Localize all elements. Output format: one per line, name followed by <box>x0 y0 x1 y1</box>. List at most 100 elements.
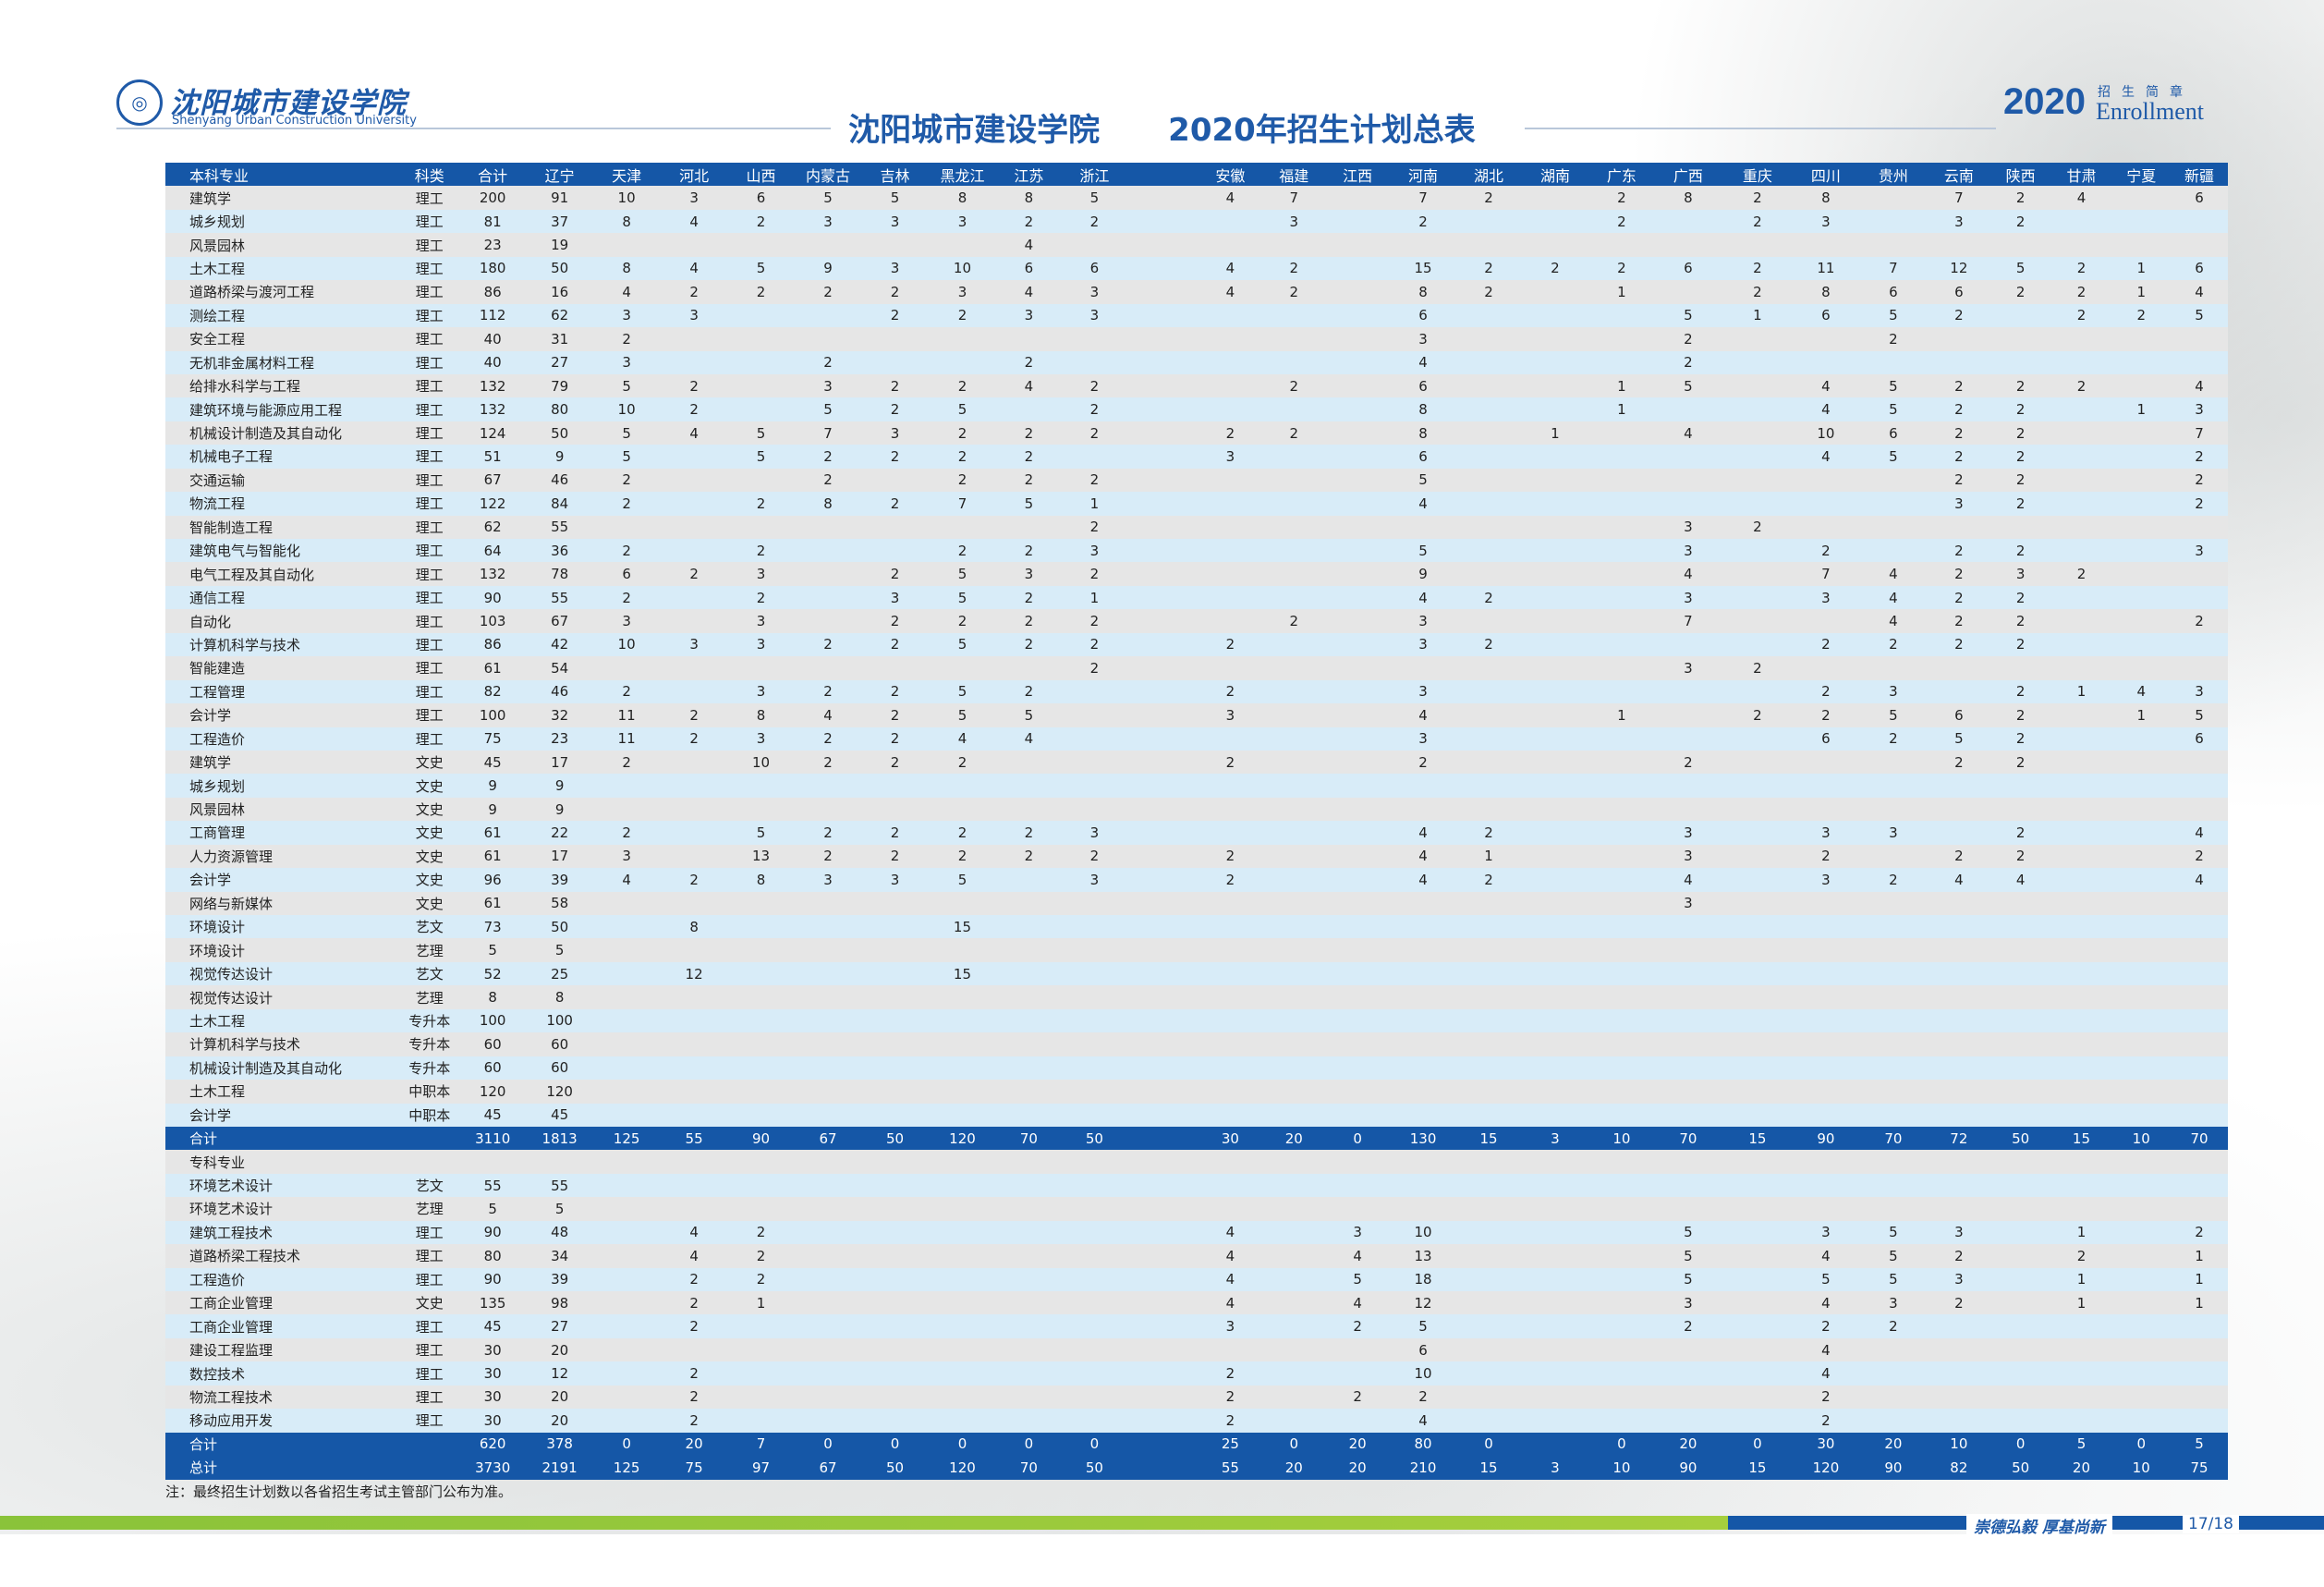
table-cell: 11 <box>592 726 661 751</box>
table-cell <box>2111 1220 2172 1245</box>
table-cell: 62 <box>526 303 593 328</box>
table-cell: 3 <box>1927 492 1990 516</box>
table-cell <box>1989 233 2051 257</box>
table-cell: 4 <box>2171 373 2228 398</box>
table-cell <box>1520 703 1589 727</box>
table-cell <box>727 350 795 374</box>
table-cell <box>1858 1056 1928 1080</box>
table-cell <box>1262 985 1326 1009</box>
table-cell <box>1653 632 1722 657</box>
table-cell: 61 <box>458 844 527 869</box>
table-cell: 0 <box>861 1432 929 1457</box>
table-cell <box>727 938 795 962</box>
table-cell: 4 <box>592 280 661 304</box>
table-cell <box>861 327 929 351</box>
table-cell: 2 <box>660 373 728 398</box>
table-cell: 1 <box>2111 703 2172 727</box>
table-cell: 4 <box>660 1244 728 1268</box>
column-header: 辽宁 <box>526 163 593 187</box>
table-cell: 130 <box>1390 1126 1457 1151</box>
table-row: 城乡规划 理工 81 37 8 4 2 3 3 3 2 2 3 2 2 2 3 3 2 <box>165 209 2228 234</box>
table-cell <box>1927 1150 1990 1174</box>
table-cell: 3 <box>592 844 661 869</box>
table-cell <box>794 938 862 962</box>
table-cell: 8 <box>1390 280 1457 304</box>
table-cell: 2 <box>660 1291 728 1315</box>
table-cell <box>1858 1150 1928 1174</box>
table-cell: 2 <box>1061 397 1128 421</box>
table-cell <box>660 1150 728 1174</box>
table-cell <box>1722 1220 1793 1245</box>
table-cell <box>861 1056 929 1080</box>
table-cell <box>1588 350 1654 374</box>
row-label: 工商企业管理 <box>165 1314 400 1338</box>
table-cell <box>1588 844 1654 869</box>
table-cell <box>1588 515 1654 539</box>
table-cell: 39 <box>526 868 593 892</box>
table-cell <box>1989 350 2051 374</box>
table-cell <box>2111 1361 2172 1386</box>
table-cell <box>2050 774 2112 798</box>
table-cell: 2 <box>1456 280 1521 304</box>
table-cell: 艺理 <box>399 985 459 1009</box>
table-cell: 79 <box>526 373 593 398</box>
table-cell <box>861 539 929 563</box>
table-cell <box>1588 1056 1654 1080</box>
table-cell: 3 <box>727 562 795 586</box>
table-cell <box>727 373 795 398</box>
table-cell <box>592 891 661 915</box>
table-cell <box>1061 1197 1128 1221</box>
table-cell: 2 <box>996 679 1062 704</box>
table-cell <box>727 1008 795 1033</box>
column-header: 浙江 <box>1061 163 1128 187</box>
table-cell <box>861 1032 929 1056</box>
table-row: 道路桥梁与渡河工程 理工 86 16 4 2 2 2 2 3 4 3 4 2 8 2 1 2 8 6 6 2 2 1 4 <box>165 280 2228 304</box>
table-cell <box>1858 1008 1928 1033</box>
table-cell <box>1520 1173 1589 1198</box>
table-cell: 理工 <box>399 585 459 610</box>
table-cell <box>996 327 1062 351</box>
table-cell <box>1325 539 1391 563</box>
table-cell: 0 <box>996 1432 1062 1457</box>
table-cell <box>996 1056 1062 1080</box>
table-cell: 8 <box>928 186 997 210</box>
table-cell <box>1989 1314 2051 1338</box>
table-cell <box>1325 961 1391 986</box>
table-cell <box>727 468 795 493</box>
table-cell: 理工 <box>399 373 459 398</box>
table-cell <box>1722 844 1793 869</box>
table-cell <box>1722 350 1793 374</box>
table-cell <box>1989 303 2051 328</box>
table-cell <box>1127 1197 1199 1221</box>
table-cell <box>1198 397 1263 421</box>
table-cell <box>1588 1008 1654 1033</box>
table-cell <box>1262 468 1326 493</box>
table-cell <box>1858 539 1928 563</box>
table-cell: 122 <box>458 492 527 516</box>
table-cell <box>1722 585 1793 610</box>
table-cell: 2 <box>1792 1314 1859 1338</box>
table-cell <box>1127 679 1199 704</box>
table-cell <box>1198 373 1263 398</box>
table-cell: 36 <box>526 539 593 563</box>
table-cell: 2 <box>996 539 1062 563</box>
table-cell <box>1722 1409 1793 1433</box>
table-cell: 120 <box>1792 1456 1859 1480</box>
table-cell <box>1588 938 1654 962</box>
table-cell <box>1792 938 1859 962</box>
table-cell <box>928 891 997 915</box>
table-cell: 10 <box>592 397 661 421</box>
table-cell <box>1722 961 1793 986</box>
table-cell <box>2111 1267 2172 1291</box>
table-cell: 2 <box>1390 750 1457 775</box>
table-row: 环境艺术设计 艺文 55 55 <box>165 1173 2228 1198</box>
table-cell <box>1127 350 1199 374</box>
table-cell <box>1588 539 1654 563</box>
table-cell: 5 <box>794 397 862 421</box>
table-cell: 3 <box>1520 1456 1589 1480</box>
table-cell <box>1520 609 1589 633</box>
table-cell: 艺理 <box>399 938 459 962</box>
table-cell: 40 <box>458 327 527 351</box>
table-cell <box>1127 915 1199 939</box>
table-cell <box>1858 1173 1928 1198</box>
